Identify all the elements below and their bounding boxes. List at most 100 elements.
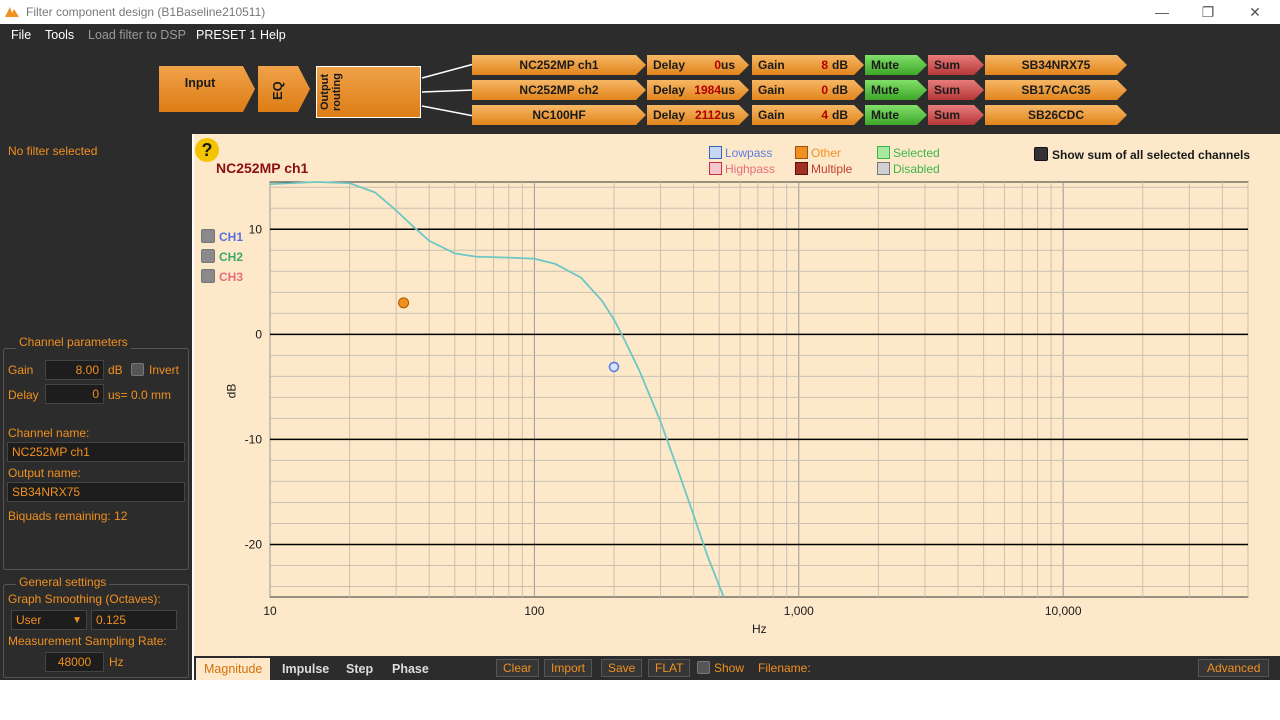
gain-unit: dB bbox=[832, 58, 848, 72]
menu-preset[interactable]: PRESET 1 bbox=[196, 28, 256, 42]
sampling-rate-input[interactable]: 48000 bbox=[45, 652, 104, 672]
gain-block[interactable]: Gain 4 dB bbox=[752, 105, 864, 125]
delay-label: Delay bbox=[8, 388, 39, 402]
channel-name-block[interactable]: NC100HF bbox=[472, 105, 646, 125]
delay-label: Delay bbox=[653, 58, 686, 72]
gain-value: 4 bbox=[821, 108, 828, 122]
no-filter-label: No filter selected bbox=[8, 144, 98, 158]
menu-tools[interactable]: Tools bbox=[45, 28, 74, 42]
show-checkbox[interactable] bbox=[697, 661, 710, 674]
output-block[interactable]: SB34NRX75 bbox=[985, 55, 1127, 75]
tab-magnitude[interactable]: Magnitude bbox=[196, 658, 271, 680]
delay-block[interactable]: Delay 0 us bbox=[647, 55, 749, 75]
eq-label: EQ bbox=[270, 81, 285, 100]
invert-label: Invert bbox=[149, 363, 180, 377]
smoothing-label: Graph Smoothing (Octaves): bbox=[8, 592, 161, 606]
output-routing-block[interactable]: Output routing bbox=[316, 66, 421, 118]
input-block[interactable]: Input bbox=[159, 66, 255, 112]
y-tick-label: 0 bbox=[255, 327, 262, 341]
title-bar: Filter component design (B1Baseline21051… bbox=[0, 0, 1280, 24]
channel-name-label: Channel name: bbox=[8, 426, 90, 440]
sum-block[interactable]: Sum bbox=[928, 105, 984, 125]
import-button[interactable]: Import bbox=[544, 659, 593, 677]
chevron-down-icon: ▼ bbox=[72, 615, 82, 626]
gain-label: Gain bbox=[8, 363, 34, 377]
close-button[interactable]: ✕ bbox=[1232, 0, 1278, 24]
gain-label: Gain bbox=[758, 83, 785, 97]
delay-value: 0 bbox=[714, 58, 721, 72]
smoothing-mode-select[interactable]: User ▼ bbox=[11, 610, 87, 630]
y-tick-label: 10 bbox=[249, 222, 263, 236]
response-curve bbox=[269, 181, 725, 598]
window-title: Filter component design (B1Baseline21051… bbox=[26, 5, 266, 19]
output-name-input[interactable]: SB34NRX75 bbox=[7, 482, 185, 502]
mute-block[interactable]: Mute bbox=[865, 80, 927, 100]
sampling-rate-label: Measurement Sampling Rate: bbox=[8, 634, 167, 648]
signal-pipeline: Input EQ Output routing NC252MP ch1 Dela… bbox=[0, 46, 1280, 134]
gain-input[interactable]: 8.00 bbox=[45, 360, 104, 380]
save-button[interactable]: Save bbox=[601, 659, 643, 677]
gain-value: 8 bbox=[821, 58, 828, 72]
tab-phase[interactable]: Phase bbox=[384, 658, 437, 680]
gain-block[interactable]: Gain 8 dB bbox=[752, 55, 864, 75]
channel-name-block[interactable]: NC252MP ch2 bbox=[472, 80, 646, 100]
channel-parameters-title: Channel parameters bbox=[16, 335, 131, 349]
delay-block[interactable]: Delay 1984 us bbox=[647, 80, 749, 100]
smoothing-mode-value: User bbox=[16, 613, 42, 627]
output-block[interactable]: SB26CDC bbox=[985, 105, 1127, 125]
graph-panel: ? NC252MP ch1 Lowpass Highpass Other Mul… bbox=[194, 134, 1280, 656]
channel-name-block[interactable]: NC252MP ch1 bbox=[472, 55, 646, 75]
sampling-rate-unit: Hz bbox=[109, 655, 124, 669]
plot-area bbox=[269, 181, 1249, 598]
sum-block[interactable]: Sum bbox=[928, 80, 984, 100]
output-block[interactable]: SB17CAC35 bbox=[985, 80, 1127, 100]
app-logo-icon bbox=[5, 7, 19, 17]
menu-load-filter[interactable]: Load filter to DSP bbox=[88, 28, 186, 42]
magnitude-chart[interactable]: 10 100 1,000 10,000100-10-20 bbox=[194, 134, 1280, 656]
x-tick-label: 10 bbox=[263, 604, 277, 618]
sum-block[interactable]: Sum bbox=[928, 55, 984, 75]
delay-value: 2112 bbox=[694, 108, 721, 122]
filter-marker-other bbox=[398, 297, 410, 309]
delay-value: 1984 bbox=[694, 83, 721, 97]
minimize-button[interactable]: — bbox=[1139, 0, 1185, 24]
x-tick-label: 10,000 bbox=[1045, 604, 1082, 618]
advanced-button[interactable]: Advanced bbox=[1198, 659, 1270, 677]
filename-label: Filename: bbox=[758, 661, 811, 675]
menu-help[interactable]: Help bbox=[260, 28, 286, 42]
gain-block[interactable]: Gain 0 dB bbox=[752, 80, 864, 100]
tab-impulse[interactable]: Impulse bbox=[274, 658, 337, 680]
channel-name-input[interactable]: NC252MP ch1 bbox=[7, 442, 185, 462]
gain-unit: dB bbox=[832, 83, 848, 97]
menu-file[interactable]: File bbox=[11, 28, 31, 42]
routing-lines bbox=[421, 63, 475, 117]
smoothing-value-input[interactable]: 0.125 bbox=[91, 610, 177, 630]
maximize-button[interactable]: ❐ bbox=[1185, 0, 1231, 24]
delay-label: Delay bbox=[653, 83, 686, 97]
delay-label: Delay bbox=[653, 108, 686, 122]
mute-block[interactable]: Mute bbox=[865, 55, 927, 75]
y-tick-label: -20 bbox=[245, 537, 263, 551]
flat-button[interactable]: FLAT bbox=[648, 659, 691, 677]
mute-block[interactable]: Mute bbox=[865, 105, 927, 125]
bottom-toolbar: Magnitude Impulse Step Phase Clear Impor… bbox=[194, 656, 1280, 680]
delay-unit: us bbox=[721, 83, 736, 97]
delay-input[interactable]: 0 bbox=[45, 384, 104, 404]
x-tick-label: 100 bbox=[524, 604, 544, 618]
gain-label: Gain bbox=[758, 58, 785, 72]
eq-block[interactable]: EQ bbox=[258, 66, 310, 112]
left-panel: No filter selected Channel parameters Ga… bbox=[0, 134, 192, 680]
y-tick-label: -10 bbox=[245, 432, 263, 446]
delay-unit: us bbox=[721, 58, 736, 72]
delay-block[interactable]: Delay 2112 us bbox=[647, 105, 749, 125]
invert-checkbox[interactable] bbox=[131, 363, 144, 376]
clear-button[interactable]: Clear bbox=[496, 659, 539, 677]
gain-label: Gain bbox=[758, 108, 785, 122]
gain-unit: dB bbox=[108, 363, 123, 377]
tab-step[interactable]: Step bbox=[338, 658, 381, 680]
x-tick-label: 1,000 bbox=[784, 604, 814, 618]
delay-unit: us= 0.0 mm bbox=[108, 388, 172, 402]
delay-unit: us bbox=[721, 108, 736, 122]
general-settings-title: General settings bbox=[16, 575, 110, 589]
show-label: Show bbox=[714, 661, 745, 675]
